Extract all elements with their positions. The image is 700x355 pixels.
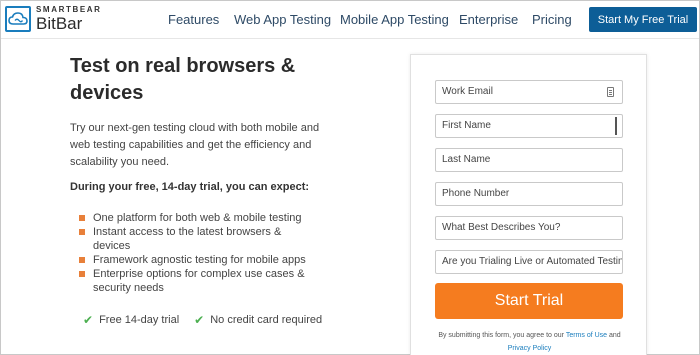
text-cursor bbox=[615, 117, 617, 135]
list-item: Instant access to the latest browsers & … bbox=[79, 225, 319, 253]
first-name-field[interactable]: First Name bbox=[435, 114, 623, 138]
work-email-field[interactable]: Work Email bbox=[435, 80, 623, 104]
site-header: SMARTBEAR BitBar Features Web App Testin… bbox=[1, 1, 699, 39]
nav-mobile-app-testing[interactable]: Mobile App Testing bbox=[340, 12, 449, 27]
legal-notice: By submitting this form, you agree to ou… bbox=[438, 332, 621, 352]
checkmark-icon: ✔ bbox=[194, 313, 205, 327]
trial-benefits: ✔ Free 14-day trial ✔ No credit card req… bbox=[83, 313, 337, 327]
checkmark-icon: ✔ bbox=[83, 313, 94, 327]
nav-pricing[interactable]: Pricing bbox=[532, 12, 572, 27]
list-item: Enterprise options for complex use cases… bbox=[79, 267, 319, 295]
bullet-icon bbox=[79, 215, 85, 221]
feature-list: One platform for both web & mobile testi… bbox=[79, 211, 319, 295]
privacy-link[interactable]: Privacy Policy bbox=[508, 345, 552, 352]
hero-description: Try our next-gen testing cloud with both… bbox=[70, 122, 320, 168]
benefit-free-trial: ✔ Free 14-day trial bbox=[83, 313, 180, 327]
phone-number-field[interactable]: Phone Number bbox=[435, 182, 623, 206]
autofill-icon[interactable] bbox=[607, 87, 614, 97]
benefit-no-credit-card: ✔ No credit card required bbox=[194, 313, 323, 327]
terms-link[interactable]: Terms of Use bbox=[566, 332, 607, 339]
bullet-icon bbox=[79, 257, 85, 263]
bullet-icon bbox=[79, 229, 85, 235]
signup-form: Work Email First Name Last Name Phone Nu… bbox=[410, 54, 647, 355]
nav-web-app-testing[interactable]: Web App Testing bbox=[234, 12, 331, 27]
bullet-icon bbox=[79, 271, 85, 277]
list-item: One platform for both web & mobile testi… bbox=[79, 211, 319, 225]
page-title: Test on real browsers & devices bbox=[70, 55, 296, 104]
list-item: Framework agnostic testing for mobile ap… bbox=[79, 253, 319, 267]
start-free-trial-button[interactable]: Start My Free Trial bbox=[589, 7, 697, 32]
nav-enterprise[interactable]: Enterprise bbox=[459, 12, 518, 27]
trial-heading: During your free, 14-day trial, you can … bbox=[70, 181, 310, 193]
nav-features[interactable]: Features bbox=[168, 12, 219, 27]
last-name-field[interactable]: Last Name bbox=[435, 148, 623, 172]
start-trial-button[interactable]: Start Trial bbox=[435, 283, 623, 319]
describes-you-select[interactable]: What Best Describes You? bbox=[435, 216, 623, 240]
testing-type-select[interactable]: Are you Trialing Live or Automated Testi… bbox=[435, 250, 623, 274]
